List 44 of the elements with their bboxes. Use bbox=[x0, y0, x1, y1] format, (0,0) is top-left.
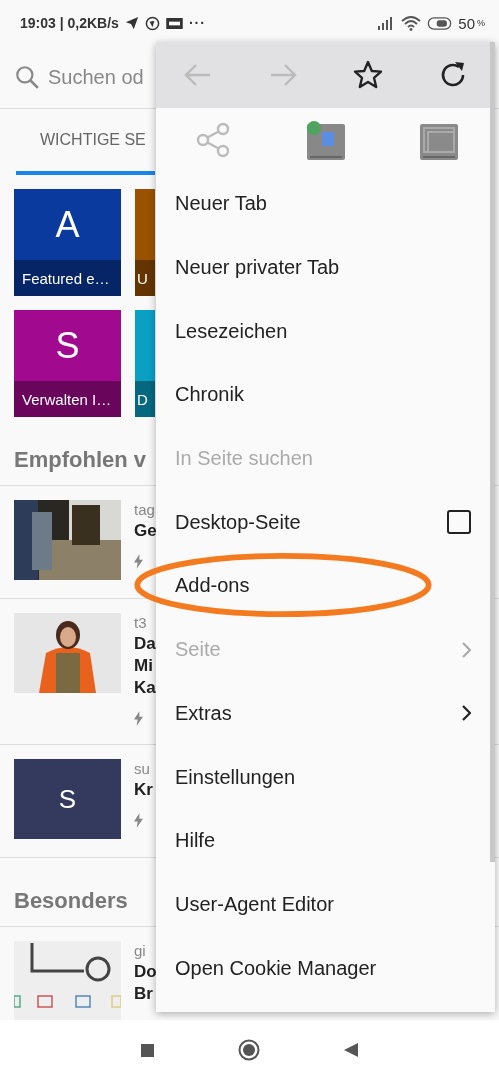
home-icon[interactable] bbox=[238, 1039, 260, 1061]
menu-item[interactable]: Lesezeichen bbox=[156, 299, 489, 364]
menu-item[interactable]: Open Cookie Manager bbox=[156, 936, 489, 1000]
site-tile[interactable]: U bbox=[135, 189, 155, 296]
battery-icon bbox=[427, 16, 453, 30]
menu-item[interactable]: Extras bbox=[156, 681, 489, 746]
recent-apps-icon[interactable] bbox=[141, 1043, 154, 1057]
article-source: gi bbox=[134, 941, 146, 961]
article-source: t3 bbox=[134, 613, 147, 633]
more-notifications: ··· bbox=[188, 15, 206, 31]
article-title: Br bbox=[134, 983, 153, 1005]
article-thumbnail: S bbox=[14, 759, 121, 839]
article-title: Ka bbox=[134, 677, 156, 699]
site-tile[interactable]: S Verwalten I… bbox=[14, 310, 121, 417]
circle-icon bbox=[144, 15, 160, 31]
site-tile[interactable]: D bbox=[135, 310, 155, 417]
article-source: tag bbox=[134, 500, 155, 520]
article-title: Da bbox=[134, 633, 156, 655]
menu-item[interactable]: Neuer Tab bbox=[156, 172, 489, 236]
chevron-right-icon bbox=[461, 641, 471, 658]
article-title: Ge bbox=[134, 520, 157, 542]
article-title: Kr bbox=[134, 779, 153, 801]
article-source: su bbox=[134, 759, 150, 779]
battery-unit: % bbox=[477, 18, 485, 28]
menu-item[interactable]: Hilfe bbox=[156, 808, 489, 873]
menu-item[interactable]: Neuer privater Tab bbox=[156, 235, 489, 300]
back-icon[interactable] bbox=[344, 1043, 358, 1057]
tv-icon bbox=[165, 17, 183, 29]
menu-item[interactable]: Chronik bbox=[156, 363, 489, 427]
checkbox[interactable] bbox=[447, 510, 471, 535]
menu-item[interactable]: Einstellungen bbox=[156, 745, 489, 809]
site-tile[interactable]: A Featured e… bbox=[14, 189, 121, 296]
article-title: Do bbox=[134, 961, 157, 983]
status-time: 19:03 | 0,2KB/s bbox=[20, 15, 119, 31]
wifi-icon bbox=[401, 15, 422, 31]
menu-item[interactable]: Add-ons bbox=[156, 554, 489, 618]
star-icon bbox=[351, 59, 384, 91]
send-icon bbox=[124, 16, 139, 30]
chevron-right-icon bbox=[461, 705, 471, 722]
battery-level: 50 bbox=[458, 14, 475, 32]
translate-icon bbox=[305, 120, 346, 160]
search-icon bbox=[14, 64, 40, 90]
menu-item[interactable]: Desktop-Seite bbox=[156, 490, 489, 555]
article-title: Mi bbox=[134, 655, 153, 677]
